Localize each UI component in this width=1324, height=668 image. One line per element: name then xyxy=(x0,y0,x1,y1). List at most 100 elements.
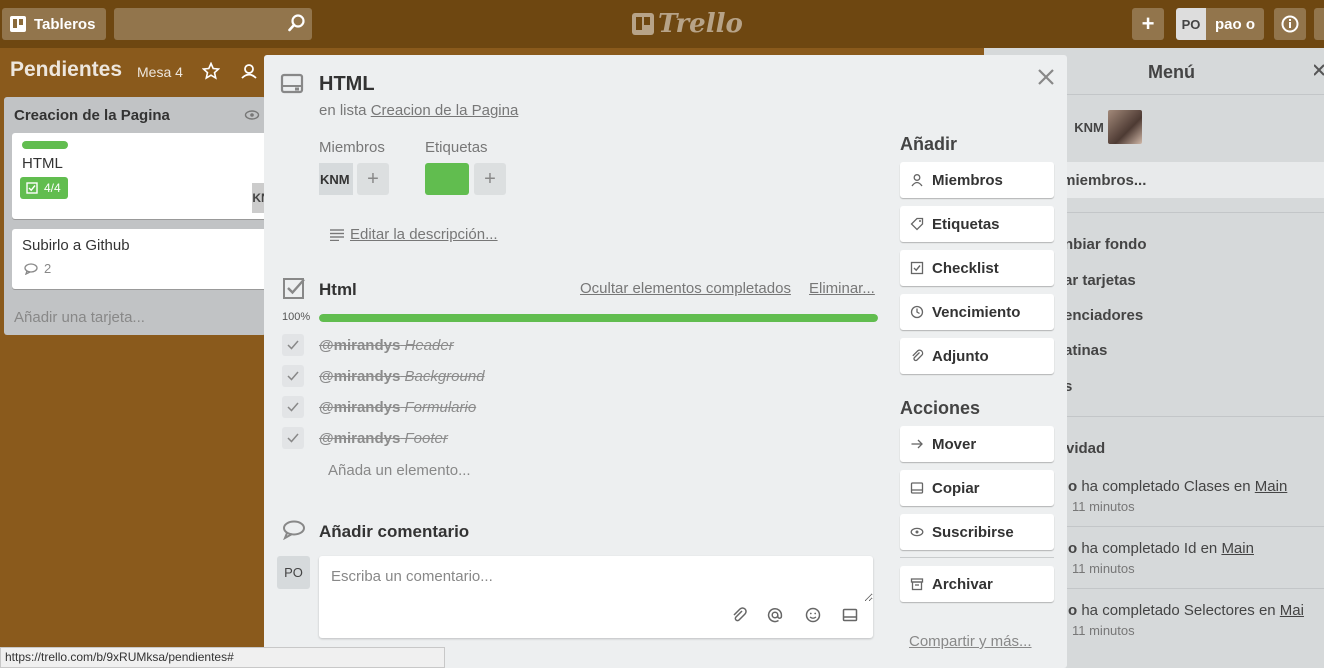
attachment-icon[interactable] xyxy=(731,607,747,623)
card-link-icon[interactable] xyxy=(842,607,858,623)
list-column: Creacion de la Pagina HTML 4/4 KNM Subir… xyxy=(4,97,280,335)
delete-checklist-link[interactable]: Eliminar... xyxy=(809,280,875,297)
browser-status-bar: https://trello.com/b/9xRUMksa/pendientes… xyxy=(0,647,445,668)
checklist-item-text: @mirandys Formulario xyxy=(319,399,476,416)
star-icon[interactable] xyxy=(202,62,220,80)
mention: @mirandys xyxy=(319,399,401,416)
activity-user: o xyxy=(1068,478,1078,495)
close-icon[interactable] xyxy=(1034,65,1058,89)
button-label: Suscribirse xyxy=(932,523,1014,541)
in-list-prefix: en lista xyxy=(319,102,371,119)
add-member-button[interactable]: + xyxy=(357,163,389,195)
comment-icon xyxy=(283,520,305,540)
board-title[interactable]: Pendientes xyxy=(10,58,122,82)
clock-icon xyxy=(910,305,924,319)
checkmark-icon xyxy=(287,340,299,350)
menu-item-power-ups[interactable]: enciadores xyxy=(1064,307,1143,324)
copy-button[interactable]: Copiar xyxy=(900,470,1054,506)
button-label: Archivar xyxy=(932,575,993,593)
checkmark-icon xyxy=(287,371,299,381)
members-label: Miembros xyxy=(319,139,385,156)
list-title[interactable]: Creacion de la Pagina xyxy=(14,107,170,124)
search-input[interactable] xyxy=(114,8,312,40)
create-button[interactable]: + xyxy=(1132,8,1164,40)
item-label: Footer xyxy=(400,430,448,447)
menu-item-change-background[interactable]: nbiar fondo xyxy=(1064,236,1147,253)
checklist-item[interactable]: @mirandys Formulario xyxy=(282,396,882,420)
edit-description-link[interactable]: Editar la descripción... xyxy=(350,226,498,243)
info-button[interactable] xyxy=(1274,8,1306,40)
top-bar: Tableros Trello + PO pao o xyxy=(0,0,1324,48)
menu-item-filter-cards[interactable]: ar tarjetas xyxy=(1064,272,1136,289)
comment-box xyxy=(319,556,873,638)
item-label: Formulario xyxy=(400,399,477,416)
logo-text: Trello xyxy=(658,9,743,39)
trello-logo[interactable]: Trello xyxy=(632,9,743,39)
list-card[interactable]: HTML 4/4 KNM xyxy=(12,133,280,219)
activity-user: o xyxy=(1068,540,1078,557)
divider xyxy=(900,557,1054,558)
mention: @mirandys xyxy=(319,337,401,354)
checklist-checkbox[interactable] xyxy=(282,427,304,449)
hide-completed-link[interactable]: Ocultar elementos completados xyxy=(580,280,791,297)
activity-item: o ha completado Clases en Main xyxy=(1068,478,1287,495)
list-card[interactable]: Subirlo a Github 2 xyxy=(12,229,274,289)
boards-label: Tableros xyxy=(34,15,96,33)
tag-icon xyxy=(910,217,924,231)
checklist-checkbox[interactable] xyxy=(282,365,304,387)
eye-icon xyxy=(244,110,260,120)
activity-link[interactable]: Main xyxy=(1221,540,1254,557)
checklist-checkbox[interactable] xyxy=(282,334,304,356)
checklist-checkbox[interactable] xyxy=(282,396,304,418)
move-button[interactable]: Mover xyxy=(900,426,1054,462)
checkbox-icon xyxy=(26,182,38,194)
username-button[interactable]: pao o xyxy=(1206,8,1264,40)
boards-button[interactable]: Tableros xyxy=(2,8,106,40)
activity-time: 11 minutos xyxy=(1072,499,1135,514)
activity-text: ha completado Clases en xyxy=(1077,478,1255,495)
label-chip-green[interactable] xyxy=(425,163,469,195)
visibility-icon[interactable] xyxy=(240,62,258,80)
subscribe-button[interactable]: Suscribirse xyxy=(900,514,1054,550)
attachment-button[interactable]: Adjunto xyxy=(900,338,1054,374)
item-label: Background xyxy=(400,368,485,385)
checklist-title[interactable]: Html xyxy=(319,280,357,300)
search-icon[interactable] xyxy=(288,14,306,32)
checklist-item[interactable]: @mirandys Header xyxy=(282,334,882,358)
button-label: Copiar xyxy=(932,479,980,497)
share-and-more-link[interactable]: Compartir y más... xyxy=(909,633,1032,650)
board-team[interactable]: Mesa 4 xyxy=(137,64,183,80)
activity-link[interactable]: Main xyxy=(1255,478,1288,495)
button-label: Checklist xyxy=(932,259,999,277)
list-link[interactable]: Creacion de la Pagina xyxy=(371,102,519,119)
boards-icon xyxy=(10,16,26,32)
emoji-icon[interactable] xyxy=(805,607,821,623)
add-card-link[interactable]: Añadir una tarjeta... xyxy=(14,309,145,326)
mention-icon[interactable] xyxy=(767,607,783,623)
arrow-right-icon xyxy=(911,439,923,449)
close-icon[interactable] xyxy=(1314,62,1324,78)
due-date-button[interactable]: Vencimiento xyxy=(900,294,1054,330)
person-icon xyxy=(911,174,923,187)
card-title-heading[interactable]: HTML xyxy=(319,73,375,96)
member-avatar[interactable]: KNM xyxy=(1072,112,1106,142)
member-avatar-photo[interactable] xyxy=(1108,110,1142,144)
member-avatar[interactable]: KNM xyxy=(319,163,353,195)
notifications-button[interactable] xyxy=(1314,8,1324,40)
add-label-button[interactable]: + xyxy=(474,163,506,195)
activity-link[interactable]: Mai xyxy=(1280,602,1304,619)
labels-button[interactable]: Etiquetas xyxy=(900,206,1054,242)
user-avatar[interactable]: PO xyxy=(1176,8,1206,40)
checklist-item[interactable]: @mirandys Background xyxy=(282,365,882,389)
archive-button[interactable]: Archivar xyxy=(900,566,1054,602)
checklist-item[interactable]: @mirandys Footer xyxy=(282,427,882,451)
checklist-button[interactable]: Checklist xyxy=(900,250,1054,286)
menu-item-stickers[interactable]: atinas xyxy=(1064,342,1107,359)
add-comment-heading: Añadir comentario xyxy=(319,522,470,541)
add-checklist-item[interactable]: Añada un elemento... xyxy=(328,462,471,479)
comment-input[interactable] xyxy=(319,556,873,602)
card-label xyxy=(22,141,68,149)
eye-icon xyxy=(910,527,924,537)
checkmark-icon xyxy=(287,433,299,443)
members-button[interactable]: Miembros xyxy=(900,162,1054,198)
